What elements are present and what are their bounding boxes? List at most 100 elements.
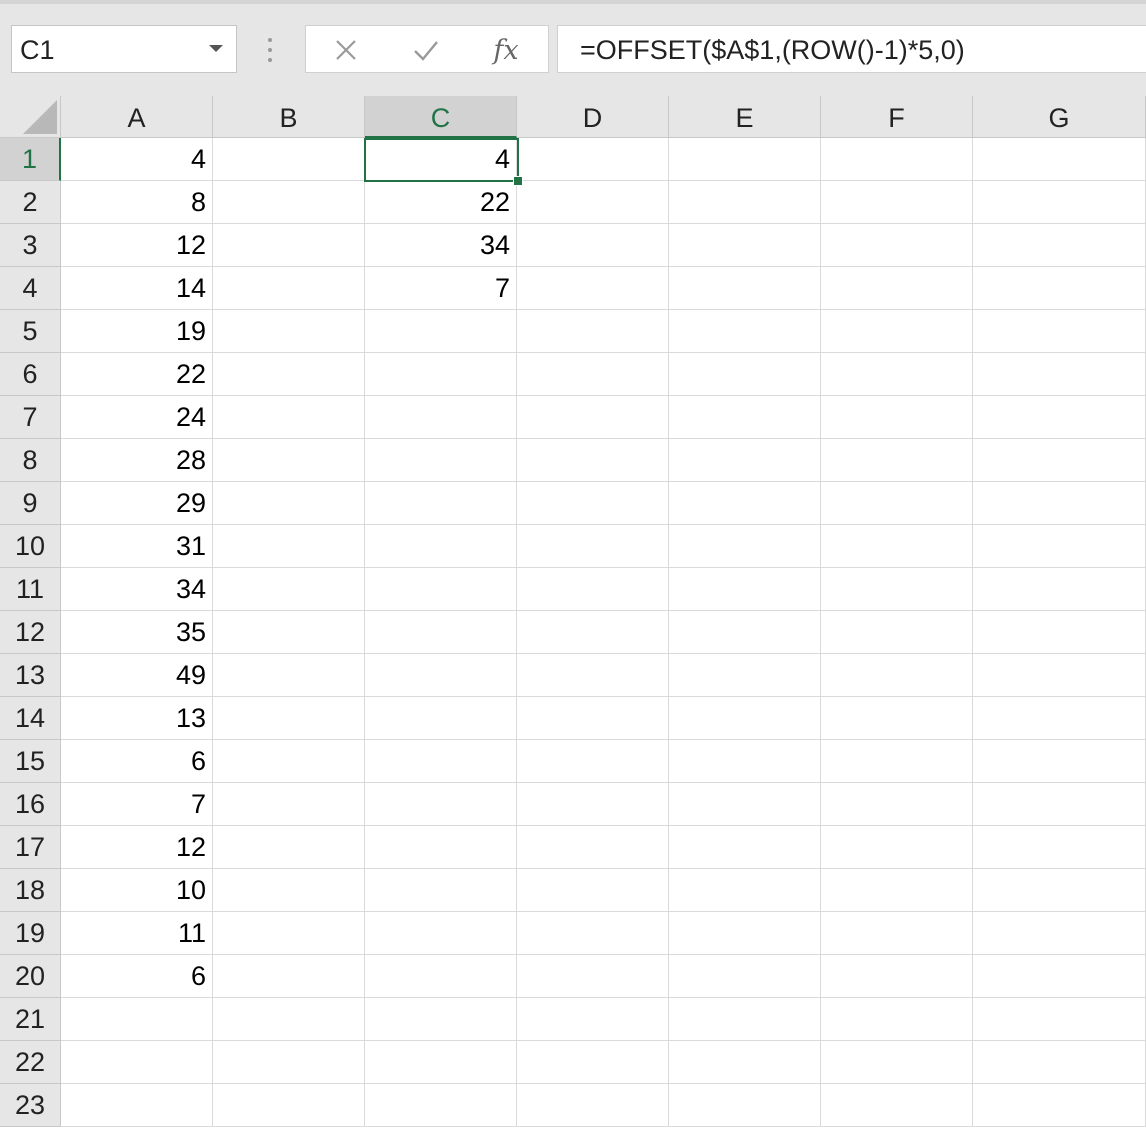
cell-g10[interactable] — [973, 525, 1146, 568]
cell-a1[interactable]: 4 — [61, 138, 213, 181]
cell-c23[interactable] — [365, 1084, 517, 1127]
cell-g9[interactable] — [973, 482, 1146, 525]
cell-f7[interactable] — [821, 396, 973, 439]
cell-e4[interactable] — [669, 267, 821, 310]
cell-b2[interactable] — [213, 181, 365, 224]
cell-b15[interactable] — [213, 740, 365, 783]
cell-c11[interactable] — [365, 568, 517, 611]
row-header-11[interactable]: 11 — [0, 568, 61, 611]
cell-a12[interactable]: 35 — [61, 611, 213, 654]
cell-g17[interactable] — [973, 826, 1146, 869]
row-header-23[interactable]: 23 — [0, 1084, 61, 1127]
cell-b22[interactable] — [213, 1041, 365, 1084]
cell-a6[interactable]: 22 — [61, 353, 213, 396]
cell-d11[interactable] — [517, 568, 669, 611]
cell-d12[interactable] — [517, 611, 669, 654]
cell-b1[interactable] — [213, 138, 365, 181]
row-header-3[interactable]: 3 — [0, 224, 61, 267]
select-all-button[interactable] — [0, 96, 61, 138]
cell-d19[interactable] — [517, 912, 669, 955]
cell-f10[interactable] — [821, 525, 973, 568]
cell-d20[interactable] — [517, 955, 669, 998]
cell-f22[interactable] — [821, 1041, 973, 1084]
cell-c4[interactable]: 7 — [365, 267, 517, 310]
cell-c7[interactable] — [365, 396, 517, 439]
cell-a21[interactable] — [61, 998, 213, 1041]
cell-a23[interactable] — [61, 1084, 213, 1127]
cell-d3[interactable] — [517, 224, 669, 267]
cell-d14[interactable] — [517, 697, 669, 740]
row-header-14[interactable]: 14 — [0, 697, 61, 740]
cell-c20[interactable] — [365, 955, 517, 998]
cell-f9[interactable] — [821, 482, 973, 525]
cell-g13[interactable] — [973, 654, 1146, 697]
cell-f15[interactable] — [821, 740, 973, 783]
row-header-1[interactable]: 1 — [0, 138, 61, 181]
row-header-18[interactable]: 18 — [0, 869, 61, 912]
cell-g3[interactable] — [973, 224, 1146, 267]
cell-c22[interactable] — [365, 1041, 517, 1084]
cell-b8[interactable] — [213, 439, 365, 482]
row-header-7[interactable]: 7 — [0, 396, 61, 439]
cell-c8[interactable] — [365, 439, 517, 482]
cell-e18[interactable] — [669, 869, 821, 912]
cell-c9[interactable] — [365, 482, 517, 525]
cell-a19[interactable]: 11 — [61, 912, 213, 955]
cell-e2[interactable] — [669, 181, 821, 224]
cell-g23[interactable] — [973, 1084, 1146, 1127]
cell-e12[interactable] — [669, 611, 821, 654]
column-header-c[interactable]: C — [365, 96, 517, 138]
close-icon[interactable] — [326, 32, 366, 68]
cell-e8[interactable] — [669, 439, 821, 482]
formula-input[interactable]: =OFFSET($A$1,(ROW()-1)*5,0) — [557, 25, 1146, 73]
column-header-a[interactable]: A — [61, 96, 213, 138]
cell-d9[interactable] — [517, 482, 669, 525]
cell-b5[interactable] — [213, 310, 365, 353]
cell-b7[interactable] — [213, 396, 365, 439]
cell-g22[interactable] — [973, 1041, 1146, 1084]
cell-c12[interactable] — [365, 611, 517, 654]
cell-g20[interactable] — [973, 955, 1146, 998]
row-header-15[interactable]: 15 — [0, 740, 61, 783]
cell-b20[interactable] — [213, 955, 365, 998]
cell-e10[interactable] — [669, 525, 821, 568]
cell-b11[interactable] — [213, 568, 365, 611]
cell-c13[interactable] — [365, 654, 517, 697]
cell-a5[interactable]: 19 — [61, 310, 213, 353]
cell-e19[interactable] — [669, 912, 821, 955]
cell-f19[interactable] — [821, 912, 973, 955]
cell-a8[interactable]: 28 — [61, 439, 213, 482]
cell-e5[interactable] — [669, 310, 821, 353]
cell-c17[interactable] — [365, 826, 517, 869]
cell-g19[interactable] — [973, 912, 1146, 955]
cell-a7[interactable]: 24 — [61, 396, 213, 439]
row-header-17[interactable]: 17 — [0, 826, 61, 869]
cell-d10[interactable] — [517, 525, 669, 568]
cell-a10[interactable]: 31 — [61, 525, 213, 568]
cell-e21[interactable] — [669, 998, 821, 1041]
cell-b4[interactable] — [213, 267, 365, 310]
cell-e14[interactable] — [669, 697, 821, 740]
cell-b23[interactable] — [213, 1084, 365, 1127]
cell-g6[interactable] — [973, 353, 1146, 396]
cell-a16[interactable]: 7 — [61, 783, 213, 826]
cell-a20[interactable]: 6 — [61, 955, 213, 998]
fill-handle[interactable] — [513, 176, 523, 186]
cell-b6[interactable] — [213, 353, 365, 396]
cell-g1[interactable] — [973, 138, 1146, 181]
cell-e22[interactable] — [669, 1041, 821, 1084]
cell-c1[interactable]: 4 — [365, 138, 517, 181]
cell-g21[interactable] — [973, 998, 1146, 1041]
cell-e6[interactable] — [669, 353, 821, 396]
cell-f13[interactable] — [821, 654, 973, 697]
insert-function-button[interactable]: fx — [486, 32, 526, 68]
row-header-2[interactable]: 2 — [0, 181, 61, 224]
row-header-22[interactable]: 22 — [0, 1041, 61, 1084]
cell-e13[interactable] — [669, 654, 821, 697]
cell-c16[interactable] — [365, 783, 517, 826]
cell-c15[interactable] — [365, 740, 517, 783]
cell-f4[interactable] — [821, 267, 973, 310]
grip-icon[interactable] — [266, 36, 274, 64]
cell-e23[interactable] — [669, 1084, 821, 1127]
column-header-f[interactable]: F — [821, 96, 973, 138]
